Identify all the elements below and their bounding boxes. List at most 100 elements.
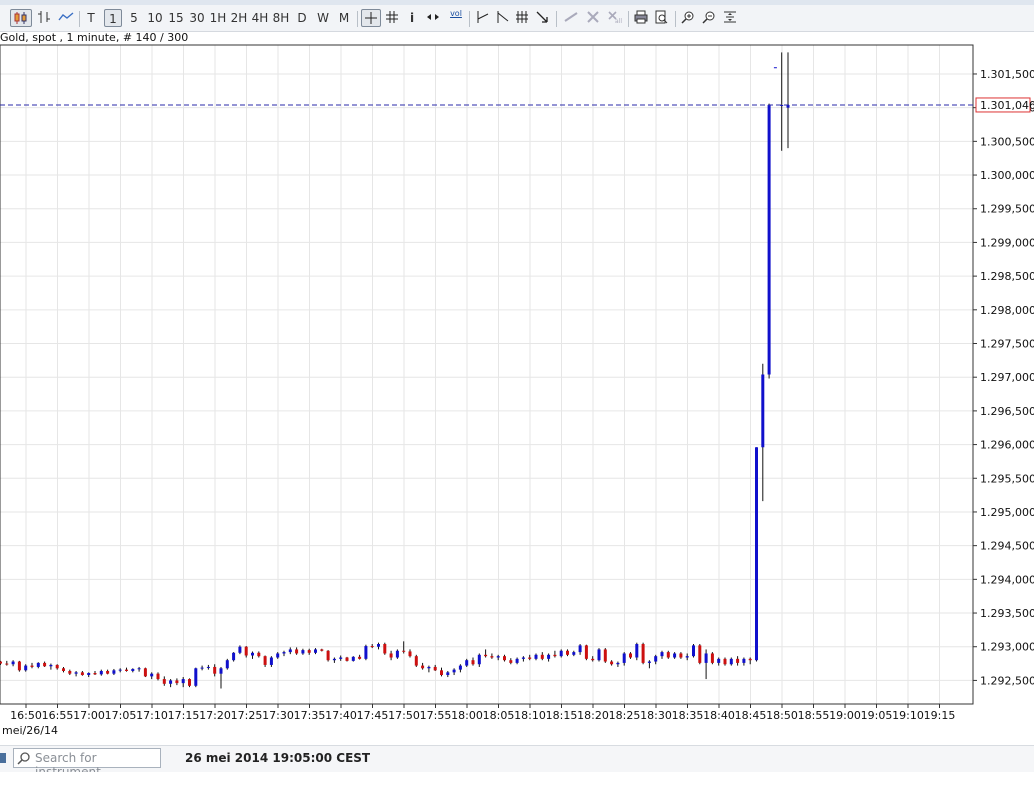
chart-grid (0, 45, 973, 704)
candle-body (43, 662, 47, 667)
candle (244, 646, 248, 658)
candle (780, 52, 784, 151)
time-tick-label: 17:35 (294, 709, 326, 722)
price-tick-label: 1.297,500 (980, 338, 1034, 351)
candle-body (622, 653, 626, 663)
candle-body (5, 663, 9, 665)
time-tick-label: 18:50 (766, 709, 798, 722)
candle (5, 660, 9, 666)
candle (736, 656, 740, 666)
candle-body (225, 660, 229, 669)
candle-body (269, 657, 273, 665)
candle-body (553, 654, 557, 657)
candle (660, 650, 664, 659)
candle-body (446, 672, 450, 676)
candle (408, 649, 412, 658)
candles (0, 52, 790, 689)
price-tick-label: 1.299,500 (980, 203, 1034, 216)
candle (584, 644, 588, 661)
candle-body (440, 670, 443, 676)
candle (685, 653, 689, 661)
candle-body (547, 654, 551, 659)
candle (748, 657, 752, 665)
candle (131, 668, 135, 673)
candle-body (421, 665, 425, 669)
price-tick-label: 1.301,500 (980, 68, 1034, 81)
candle-body (106, 670, 110, 674)
candle (17, 660, 21, 672)
time-tick-label: 17:50 (388, 709, 420, 722)
time-tick-label: 18:55 (798, 709, 830, 722)
candle-body (584, 645, 588, 659)
candle-body (17, 661, 21, 671)
candle-body (339, 657, 343, 659)
candle-body (169, 680, 173, 684)
time-tick-label: 17:15 (168, 709, 200, 722)
candle (314, 648, 317, 655)
candle-body (566, 650, 569, 655)
candle (679, 652, 683, 659)
candle (213, 664, 217, 677)
candle (232, 652, 236, 662)
time-tick-label: 16:50 (10, 709, 42, 722)
candle-body (156, 673, 160, 680)
candle (559, 649, 563, 658)
candle (509, 658, 513, 665)
candle-body (635, 644, 639, 658)
candle (345, 656, 349, 662)
candle-body (232, 652, 236, 661)
time-tick-label: 19:00 (829, 709, 861, 722)
candle-body (578, 645, 582, 653)
candle-body (49, 664, 53, 667)
candle-body (471, 660, 475, 665)
candle (150, 672, 154, 680)
candle-body (679, 653, 683, 658)
candle (477, 653, 481, 667)
candle (786, 52, 790, 149)
price-tick-label: 1.300,500 (980, 135, 1034, 148)
time-tick-label: 19:05 (861, 709, 893, 722)
candle-body (610, 661, 614, 665)
candle (710, 652, 714, 665)
candle (490, 653, 494, 659)
time-tick-label: 17:05 (105, 709, 137, 722)
price-tick-label: 1.294,500 (980, 540, 1034, 553)
candle (370, 644, 374, 649)
time-tick-label: 17:45 (357, 709, 389, 722)
candle-body (188, 679, 191, 686)
candle (692, 644, 695, 658)
candle (528, 654, 532, 661)
candle (553, 650, 557, 658)
candle (143, 667, 147, 678)
candle-body (660, 652, 664, 657)
candle-body (263, 656, 267, 665)
candle (0, 660, 2, 665)
candle-body (465, 660, 469, 666)
candle (36, 662, 40, 669)
candle (755, 447, 758, 662)
instrument-search-input[interactable]: Search for instrument (13, 748, 161, 779)
candle (729, 657, 733, 666)
candle-body (68, 670, 72, 674)
candle-body (761, 374, 765, 448)
candle-body (755, 447, 758, 661)
window-bottom-strip (0, 772, 1034, 787)
candle-body (395, 650, 399, 658)
candle (496, 654, 500, 661)
price-tick-label: 1.298,000 (980, 304, 1034, 317)
candlestick-chart[interactable]: 1.292,500 1.293,000 1.293,500 1.294,000 1.29… (0, 0, 1034, 745)
time-tick-label: 17:40 (325, 709, 357, 722)
candle (572, 650, 576, 657)
candle (673, 652, 677, 659)
candle (332, 657, 336, 663)
candle-body (414, 656, 418, 666)
candle-body (616, 662, 620, 665)
time-tick-label: 18:45 (735, 709, 767, 722)
candle (30, 662, 34, 669)
candle-body (773, 67, 777, 69)
candle (162, 676, 166, 686)
candle-body (370, 646, 374, 648)
candle-body (591, 658, 595, 661)
chart-timestamp: 26 mei 2014 19:05:00 CEST (185, 751, 371, 765)
candle-body (666, 652, 670, 658)
